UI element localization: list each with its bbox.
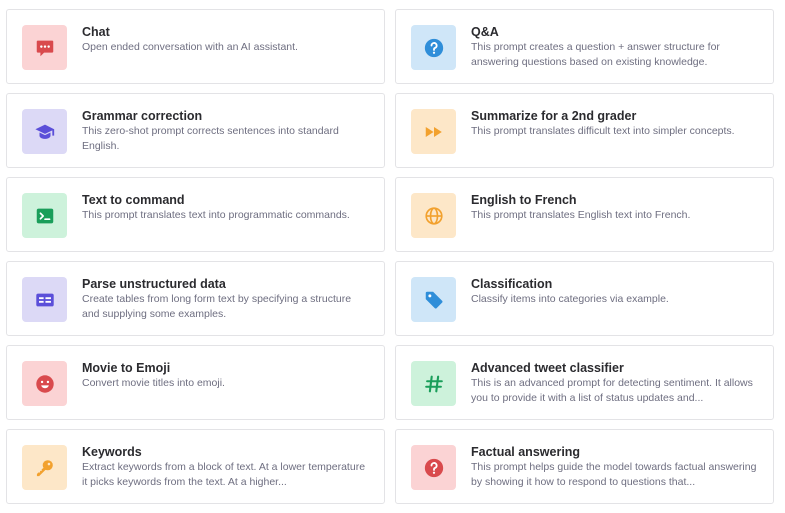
icon-tile bbox=[22, 193, 67, 238]
graduation-cap-icon bbox=[34, 121, 56, 143]
table-icon bbox=[34, 289, 56, 311]
card-description: This zero-shot prompt corrects sentences… bbox=[82, 125, 339, 152]
card-title: Chat bbox=[82, 25, 110, 39]
card-title: Movie to Emoji bbox=[82, 361, 171, 375]
hashtag-icon bbox=[423, 373, 445, 395]
example-card-summarize-2nd-grader[interactable]: Summarize for a 2nd grader This prompt t… bbox=[395, 93, 774, 168]
icon-tile bbox=[411, 277, 456, 322]
card-description: This prompt creates a question + answer … bbox=[471, 41, 720, 68]
card-title: Summarize for a 2nd grader bbox=[471, 109, 637, 123]
globe-icon bbox=[423, 205, 445, 227]
card-description: Extract keywords from a block of text. A… bbox=[82, 461, 366, 488]
fast-forward-icon bbox=[423, 121, 445, 143]
card-title: Text to command bbox=[82, 193, 185, 207]
example-card-qa[interactable]: Q&A This prompt creates a question + ans… bbox=[395, 9, 774, 84]
icon-tile bbox=[411, 25, 456, 70]
example-card-keywords[interactable]: Keywords Extract keywords from a block o… bbox=[6, 429, 385, 504]
card-description: This prompt helps guide the model toward… bbox=[471, 461, 757, 488]
example-card-chat[interactable]: Chat Open ended conversation with an AI … bbox=[6, 9, 385, 84]
card-description: Convert movie titles into emoji. bbox=[82, 377, 225, 389]
prompt-examples-grid: Chat Open ended conversation with an AI … bbox=[6, 9, 774, 504]
tag-icon bbox=[423, 289, 445, 311]
card-title: Parse unstructured data bbox=[82, 277, 226, 291]
card-description: Create tables from long form text by spe… bbox=[82, 293, 352, 320]
icon-tile bbox=[411, 445, 456, 490]
card-description: This prompt translates English text into… bbox=[471, 209, 691, 221]
icon-tile bbox=[411, 361, 456, 406]
card-title: Factual answering bbox=[471, 445, 581, 459]
question-icon bbox=[423, 457, 445, 479]
example-card-english-to-french[interactable]: English to French This prompt translates… bbox=[395, 177, 774, 252]
card-title: Keywords bbox=[82, 445, 142, 459]
terminal-icon bbox=[34, 205, 56, 227]
card-description: This prompt translates difficult text in… bbox=[471, 125, 735, 137]
card-title: Advanced tweet classifier bbox=[471, 361, 624, 375]
card-title: Classification bbox=[471, 277, 553, 291]
question-icon bbox=[423, 37, 445, 59]
card-title: Grammar correction bbox=[82, 109, 203, 123]
example-card-factual-answering[interactable]: Factual answering This prompt helps guid… bbox=[395, 429, 774, 504]
example-card-classification[interactable]: Classification Classify items into categ… bbox=[395, 261, 774, 336]
icon-tile bbox=[22, 361, 67, 406]
icon-tile bbox=[22, 445, 67, 490]
key-icon bbox=[34, 457, 56, 479]
icon-tile bbox=[22, 25, 67, 70]
card-description: This is an advanced prompt for detecting… bbox=[471, 377, 753, 404]
example-card-advanced-tweet-classifier[interactable]: Advanced tweet classifier This is an adv… bbox=[395, 345, 774, 420]
card-description: Open ended conversation with an AI assis… bbox=[82, 41, 298, 53]
icon-tile bbox=[22, 109, 67, 154]
example-card-movie-to-emoji[interactable]: Movie to Emoji Convert movie titles into… bbox=[6, 345, 385, 420]
chat-icon bbox=[34, 37, 56, 59]
icon-tile bbox=[22, 277, 67, 322]
card-description: Classify items into categories via examp… bbox=[471, 293, 669, 305]
card-description: This prompt translates text into program… bbox=[82, 209, 350, 221]
card-title: Q&A bbox=[471, 25, 499, 39]
icon-tile bbox=[411, 109, 456, 154]
smiley-icon bbox=[34, 373, 56, 395]
icon-tile bbox=[411, 193, 456, 238]
card-title: English to French bbox=[471, 193, 577, 207]
example-card-parse-unstructured-data[interactable]: Parse unstructured data Create tables fr… bbox=[6, 261, 385, 336]
example-card-grammar-correction[interactable]: Grammar correction This zero-shot prompt… bbox=[6, 93, 385, 168]
example-card-text-to-command[interactable]: Text to command This prompt translates t… bbox=[6, 177, 385, 252]
